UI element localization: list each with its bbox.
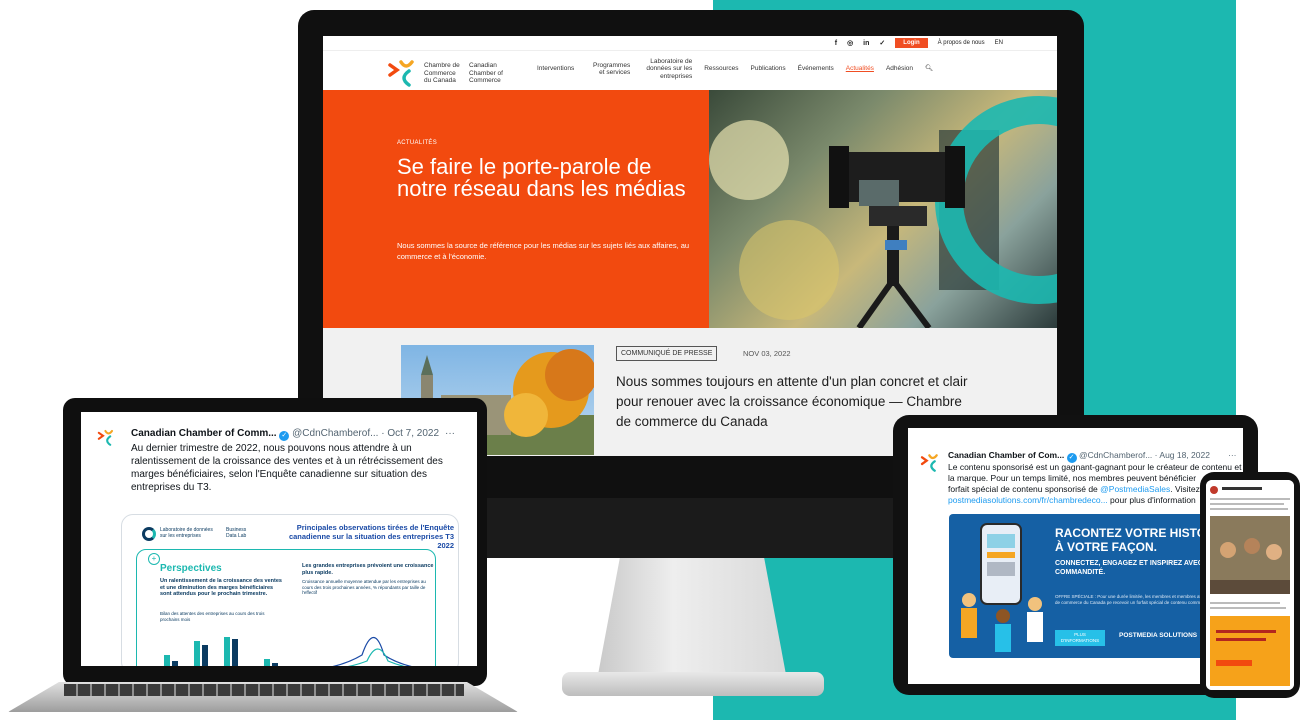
more-options-icon[interactable]: ··· — [1228, 450, 1237, 460]
chamber-logo-icon[interactable] — [387, 57, 417, 87]
monitor-stand-base — [562, 672, 824, 696]
tweet-handle[interactable]: @CdnChamberof... — [1079, 450, 1152, 460]
search-icon[interactable]: 🔍︎ — [925, 65, 933, 73]
plus-icon: + — [148, 553, 160, 565]
utility-bar: f ◎ in ✓ Login À propos de nous EN — [323, 36, 1057, 50]
tweet-text: Au dernier trimestre de 2022, nous pouvo… — [131, 443, 443, 493]
hero-subtitle: Nous sommes la source de référence pour … — [397, 241, 690, 261]
nav-laboratoire[interactable]: Laboratoire de données sur les entrepris… — [642, 58, 692, 81]
about-link[interactable]: À propos de nous — [938, 40, 985, 46]
nav-ressources[interactable]: Ressources — [704, 65, 738, 73]
nav-actualites[interactable]: Actualités — [846, 65, 874, 73]
phone-feed-preview — [1206, 480, 1294, 690]
sponsored-ad-card[interactable]: RACONTEZ VOTRE HISTOIRE. À VOTRE FAÇON. … — [949, 514, 1243, 658]
mini-bar-chart — [164, 637, 278, 666]
nav-programmes[interactable]: Programmes et services — [586, 62, 630, 77]
nav-items: Interventions Programmes et services Lab… — [537, 55, 933, 83]
logo-text-en: Canadian Chamber of Commerce — [469, 62, 503, 84]
infographic-title: Principales observations tirées de l'Enq… — [288, 523, 454, 550]
nav-evenements[interactable]: Événements — [798, 65, 834, 73]
url-link[interactable]: postmediasolutions.com/fr/chambredeco... — [948, 495, 1108, 505]
mini-line-chart — [332, 636, 412, 666]
phone-screen — [1206, 480, 1294, 690]
tweet-handle[interactable]: @CdnChamberof... — [292, 428, 378, 439]
laptop-keyboard — [64, 684, 464, 696]
infographic-right-heading: Les grandes entreprises prévoient une cr… — [302, 563, 434, 576]
hero-text-panel: ACTUALITÉS Se faire le porte-parole de n… — [323, 90, 709, 328]
infographic-lead: Un ralentissement de la croissance des v… — [160, 578, 282, 597]
infographic-right-subtext: Croissance annuelle moyenne attendue par… — [302, 579, 426, 595]
chamber-avatar-icon[interactable] — [920, 452, 940, 472]
postmedia-logo: POSTMEDIA SOLUTIONS — [1119, 632, 1198, 639]
laptop-screen: Canadian Chamber of Comm... ✓ @CdnChambe… — [81, 412, 477, 666]
news-date: NOV 03, 2022 — [743, 349, 791, 358]
news-tag[interactable]: COMMUNIQUÉ DE PRESSE — [616, 346, 718, 361]
tweet-text: Le contenu sponsorisé est un gagnant-gag… — [948, 462, 1242, 505]
twitter-icon[interactable]: ✓ — [879, 39, 885, 47]
data-lab-label-en: Business Data Lab — [226, 527, 247, 539]
nav-adhesion[interactable]: Adhésion — [886, 65, 913, 73]
chamber-avatar-icon[interactable] — [97, 428, 115, 446]
instagram-icon[interactable]: ◎ — [847, 39, 853, 47]
data-lab-logo-icon — [142, 527, 156, 541]
login-button[interactable]: Login — [895, 38, 928, 48]
verified-icon: ✓ — [279, 431, 290, 441]
tweet-date[interactable]: · Aug 18, 2022 — [1155, 450, 1210, 460]
people-with-phone-illustration — [961, 523, 1043, 652]
language-toggle[interactable]: EN — [995, 40, 1003, 46]
main-navigation: Chambre de Commerce du Canada Canadian C… — [323, 50, 1057, 90]
mention-link[interactable]: @PostmediaSales — [1100, 484, 1170, 494]
linkedin-icon[interactable]: in — [863, 40, 869, 47]
nav-publications[interactable]: Publications — [751, 65, 786, 73]
monitor-stand — [597, 558, 787, 680]
hero-camera-photo — [709, 90, 1057, 328]
monitor-screen: f ◎ in ✓ Login À propos de nous EN Chamb… — [323, 36, 1057, 456]
infographic-card[interactable]: Laboratoire de données sur les entrepris… — [121, 514, 459, 666]
nav-interventions[interactable]: Interventions — [537, 65, 574, 73]
tablet-screen: Canadian Chamber of Com... ✓ @CdnChamber… — [908, 428, 1243, 684]
infographic-bilan: Bilan des attentes des entreprises au co… — [160, 611, 265, 622]
camera-illustration — [709, 96, 1057, 328]
tweet-author-name[interactable]: Canadian Chamber of Com... — [948, 450, 1064, 460]
more-info-button[interactable]: PLUS D'INFORMATIONS — [1055, 630, 1105, 646]
hero-kicker: ACTUALITÉS — [397, 140, 438, 146]
infographic-section-title: Perspectives — [160, 563, 222, 574]
hero-banner: ACTUALITÉS Se faire le porte-parole de n… — [323, 90, 1057, 328]
more-options-icon[interactable]: ··· — [445, 428, 455, 439]
data-lab-label-fr: Laboratoire de données sur les entrepris… — [160, 527, 213, 539]
hero-title: Se faire le porte-parole de notre réseau… — [397, 154, 686, 201]
tweet-date[interactable]: · Oct 7, 2022 — [381, 428, 439, 439]
facebook-icon[interactable]: f — [835, 40, 837, 47]
tweet-header: Canadian Chamber of Comm... ✓ @CdnChambe… — [131, 428, 439, 441]
logo-text-fr: Chambre de Commerce du Canada — [424, 62, 460, 84]
tweet-author-name[interactable]: Canadian Chamber of Comm... — [131, 428, 277, 439]
